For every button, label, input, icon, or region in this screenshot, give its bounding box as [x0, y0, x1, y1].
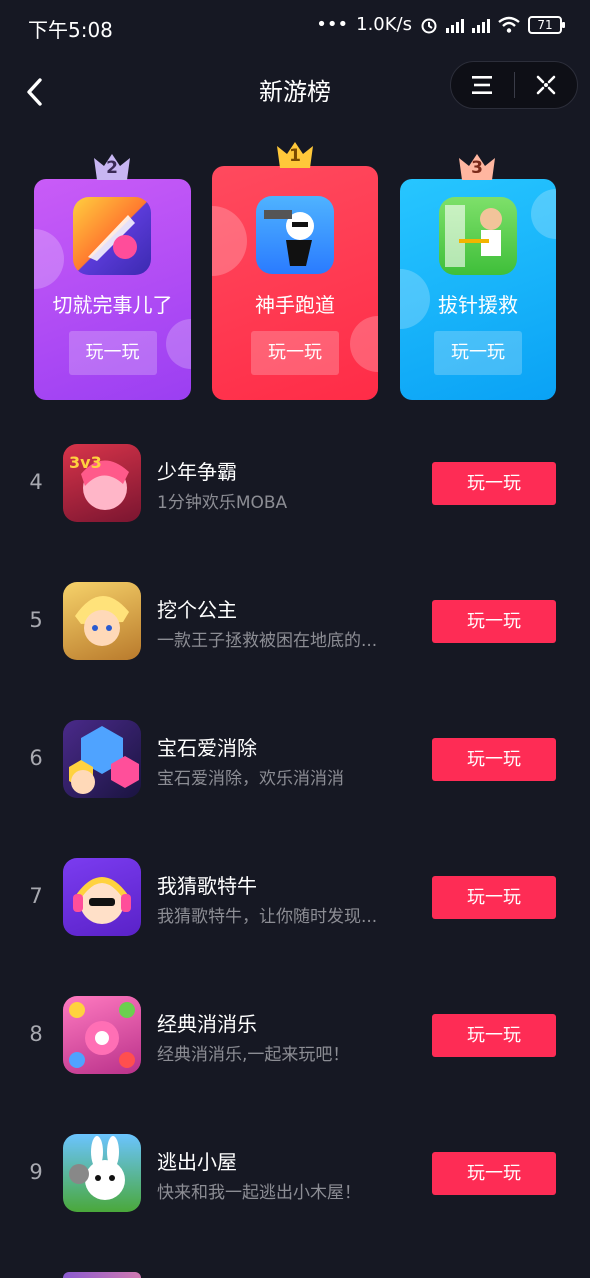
- game-icon-rabbit: [63, 1134, 141, 1212]
- game-icon-slice: [73, 197, 151, 275]
- game-icon-candy: [63, 996, 141, 1074]
- battery-icon: 71: [528, 15, 565, 34]
- rank-number: 2: [106, 158, 118, 178]
- game-list-row[interactable]: 4 3v3 少年争霸 1分钟欢乐MOBA 玩一玩: [0, 444, 590, 524]
- game-name: 我猜歌特牛: [157, 874, 257, 898]
- rank-3-crown-icon: 3: [457, 150, 497, 182]
- game-name: 逃出小屋: [157, 1150, 237, 1174]
- rank-number: 8: [29, 1022, 43, 1046]
- game-icon-music: [63, 858, 141, 936]
- game-list-row[interactable]: 7 我猜歌特牛 我猜歌特牛，让你随时发现... 玩一玩: [0, 858, 590, 938]
- menu-icon: [472, 76, 493, 94]
- game-description: 1分钟欢乐MOBA: [157, 493, 288, 513]
- card-decoration: [212, 206, 247, 276]
- alarm-icon: [421, 18, 437, 33]
- game-icon-runner: [256, 196, 334, 274]
- play-button[interactable]: 玩一玩: [432, 738, 556, 781]
- card-decoration: [34, 229, 64, 289]
- rank-1-crown-icon: 1: [275, 138, 315, 170]
- game-icon-princess: [63, 582, 141, 660]
- close-icon: [536, 75, 556, 95]
- game-list-row[interactable]: 5 挖个公主 一款王子拯救被困在地底的... 玩一玩: [0, 582, 590, 662]
- podium-card-1[interactable]: 神手跑道 玩一玩: [212, 166, 378, 400]
- game-icon-partial: [63, 1272, 141, 1278]
- rank-number: 4: [29, 470, 43, 494]
- wifi-icon: [498, 16, 520, 33]
- play-button[interactable]: 玩一玩: [432, 600, 556, 643]
- game-name: 经典消消乐: [157, 1012, 257, 1036]
- network-speed: 1.0K/s: [356, 14, 412, 35]
- more-dots-icon: •••: [316, 14, 349, 35]
- game-name: 宝石爱消除: [157, 736, 257, 760]
- game-description: 快来和我一起逃出小木屋！: [157, 1183, 361, 1203]
- play-button[interactable]: 玩一玩: [432, 876, 556, 919]
- status-bar: 下午5:08 ••• 1.0K/s 71: [0, 0, 590, 54]
- status-indicators: ••• 1.0K/s 71: [316, 14, 565, 35]
- mini-app-capsule: [450, 61, 578, 109]
- rank-2-crown-icon: 2: [92, 150, 132, 182]
- status-time: 下午5:08: [28, 18, 113, 42]
- game-description: 我猜歌特牛，让你随时发现...: [157, 907, 378, 927]
- card-decoration: [350, 316, 378, 372]
- play-button[interactable]: 玩一玩: [434, 331, 522, 375]
- podium-game-name: 神手跑道: [255, 293, 335, 317]
- signal-icon-2: [472, 17, 490, 33]
- game-list-row[interactable]: 9 逃出小屋 快来和我一起逃出小木屋！ 玩一玩: [0, 1134, 590, 1214]
- play-button[interactable]: 玩一玩: [68, 331, 157, 375]
- game-icon-pin: [439, 197, 517, 275]
- podium-card-3[interactable]: 拔针援救 玩一玩: [400, 179, 556, 400]
- podium-game-name: 切就完事儿了: [52, 293, 173, 317]
- podium-card-2[interactable]: 切就完事儿了 玩一玩: [34, 179, 191, 400]
- play-button[interactable]: 玩一玩: [432, 1014, 556, 1057]
- play-button[interactable]: 玩一玩: [432, 1152, 556, 1195]
- nav-header: 新游榜: [0, 54, 590, 124]
- play-button[interactable]: 玩一玩: [251, 331, 339, 375]
- rank-number: 7: [29, 884, 43, 908]
- game-description: 一款王子拯救被困在地底的...: [157, 631, 378, 651]
- game-list-row[interactable]: 8 经典消消乐 经典消消乐,一起来玩吧！ 玩一玩: [0, 996, 590, 1076]
- rank-number: 1: [289, 146, 301, 166]
- rank-number: 3: [471, 158, 483, 178]
- play-button[interactable]: 玩一玩: [432, 462, 556, 505]
- game-description: 经典消消乐,一起来玩吧！: [157, 1045, 350, 1065]
- menu-button[interactable]: [451, 62, 514, 108]
- card-decoration: [531, 189, 556, 239]
- rank-number: 6: [29, 746, 43, 770]
- podium-game-name: 拔针援救: [438, 293, 518, 317]
- signal-icon: [446, 17, 464, 33]
- rank-number: 5: [29, 608, 43, 632]
- svg-text:3v3: 3v3: [69, 453, 102, 472]
- rank-number: 9: [29, 1160, 43, 1184]
- card-decoration: [166, 319, 191, 369]
- game-icon-gem: [63, 720, 141, 798]
- game-description: 宝石爱消除，欢乐消消消: [157, 769, 344, 789]
- game-name: 挖个公主: [157, 598, 237, 622]
- game-list-row[interactable]: 6 宝石爱消除 宝石爱消除，欢乐消消消 玩一玩: [0, 720, 590, 800]
- game-icon-moba: 3v3: [63, 444, 141, 522]
- close-button[interactable]: [515, 62, 578, 108]
- game-name: 少年争霸: [157, 460, 237, 484]
